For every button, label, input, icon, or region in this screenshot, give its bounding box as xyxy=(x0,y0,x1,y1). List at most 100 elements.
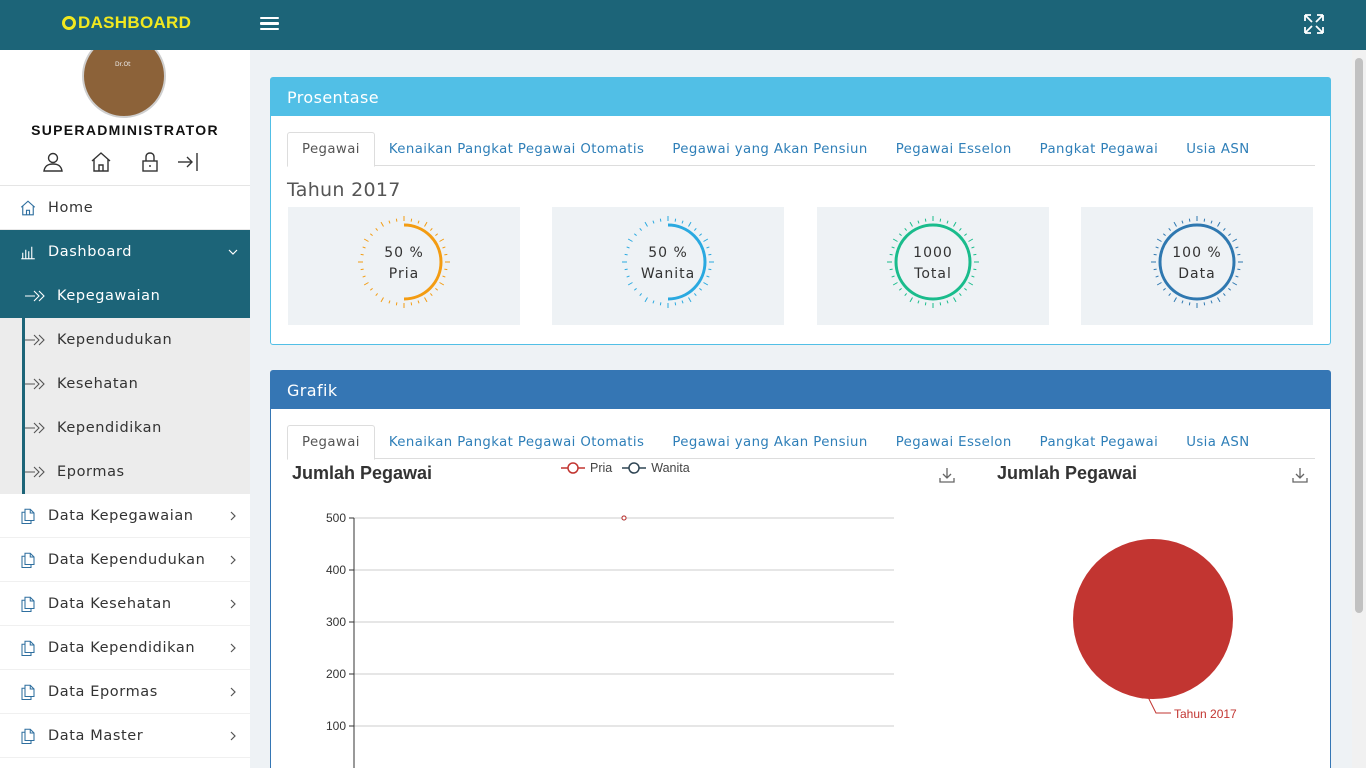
gauge-tick xyxy=(429,227,433,231)
scrollbar-thumb[interactable] xyxy=(1355,58,1363,613)
chevron-down-icon xyxy=(228,249,238,255)
gauge-tick xyxy=(674,218,677,222)
avatar[interactable]: Dr.Ot xyxy=(82,50,166,118)
pie-slice[interactable] xyxy=(1073,539,1233,699)
documents-icon xyxy=(21,728,35,744)
double-chevron-icon xyxy=(25,290,45,302)
chevron-right-icon xyxy=(230,731,236,741)
gauge-ring xyxy=(358,216,450,308)
gauge-tick xyxy=(435,233,439,237)
tab-esselon[interactable]: Pegawai Esselon xyxy=(882,132,1026,166)
tab-pegawai[interactable]: Pegawai xyxy=(287,425,375,460)
submenu-item-label: Kependidikan xyxy=(57,420,162,436)
tab-pensiun[interactable]: Pegawai yang Akan Pensiun xyxy=(658,132,881,166)
gauge-tick xyxy=(1188,302,1191,306)
tab-pensiun[interactable]: Pegawai yang Akan Pensiun xyxy=(658,425,881,459)
documents-icon xyxy=(21,552,35,568)
sidebar-item-data-kependudukan[interactable]: Data Kependudukan xyxy=(0,538,250,582)
profile-icon[interactable] xyxy=(41,150,65,174)
legend-item-pria[interactable]: Pria xyxy=(561,461,612,475)
submenu-item-kependidikan[interactable]: Kependidikan xyxy=(0,406,250,450)
stat-label: Wanita xyxy=(640,266,696,282)
lock-icon[interactable] xyxy=(138,150,162,174)
tab-usia-asn[interactable]: Usia ASN xyxy=(1172,132,1263,166)
download-icon[interactable] xyxy=(938,466,956,484)
sidebar-item-label: Data Kependudukan xyxy=(48,551,206,568)
logout-icon[interactable] xyxy=(176,150,200,174)
sidebar-item-home[interactable]: Home xyxy=(0,186,250,230)
gauge-tick xyxy=(652,300,655,304)
menu-toggle-icon[interactable] xyxy=(260,14,279,32)
page-scrollbar[interactable] xyxy=(1352,50,1366,768)
tab-kenaikan-pangkat[interactable]: Kenaikan Pangkat Pegawai Otomatis xyxy=(375,132,658,166)
line-chart-legend: Pria Wanita xyxy=(561,461,700,475)
tab-esselon[interactable]: Pegawai Esselon xyxy=(882,425,1026,459)
panel-title: Prosentase xyxy=(271,78,1330,116)
home-icon[interactable] xyxy=(89,150,113,174)
gauge-tick xyxy=(898,287,902,291)
double-chevron-icon xyxy=(25,422,45,434)
submenu-item-kependudukan[interactable]: Kependudukan xyxy=(0,318,250,362)
sidebar-item-label: Data Kesehatan xyxy=(48,595,172,612)
gauge-tick xyxy=(1222,227,1226,231)
documents-icon xyxy=(21,508,35,524)
tab-usia-asn[interactable]: Usia ASN xyxy=(1172,425,1263,459)
gauge-tick xyxy=(946,300,949,304)
gauge-tick xyxy=(639,227,643,231)
sidebar-item-data-master[interactable]: Data Master xyxy=(0,714,250,758)
submenu-item-label: Kepegawaian xyxy=(57,288,161,304)
pie-chart-title: Jumlah Pegawai xyxy=(997,463,1138,483)
stat-value: 100 % xyxy=(1172,245,1222,261)
submenu-item-kesehatan[interactable]: Kesehatan xyxy=(0,362,250,406)
gauge-tick xyxy=(644,297,648,303)
documents-icon xyxy=(21,596,35,612)
submenu-item-kepegawaian[interactable]: Kepegawaian xyxy=(0,274,250,318)
logo-text: DASHBOARD xyxy=(78,13,192,32)
sidebar-item-data-kependidikan[interactable]: Data Kependidikan xyxy=(0,626,250,670)
sidebar-item-data-kesehatan[interactable]: Data Kesehatan xyxy=(0,582,250,626)
home-icon xyxy=(20,199,36,215)
sidebar-item-data-kepegawaian[interactable]: Data Kepegawaian xyxy=(0,494,250,538)
tab-pangkat[interactable]: Pangkat Pegawai xyxy=(1026,132,1173,166)
sidebar-item-label: Data Epormas xyxy=(48,683,158,700)
gauge-tick xyxy=(395,302,398,306)
gauge-tick xyxy=(892,238,898,242)
gauge-tick xyxy=(1168,293,1172,297)
legend-label: Wanita xyxy=(651,461,690,475)
gauge-tick xyxy=(898,233,902,237)
app-logo[interactable]: DASHBOARD xyxy=(62,13,191,33)
gauge-tick xyxy=(681,220,684,224)
year-label: Tahun 2017 xyxy=(287,179,401,201)
tab-kenaikan-pangkat[interactable]: Kenaikan Pangkat Pegawai Otomatis xyxy=(375,425,658,459)
sidebar-item-dashboard[interactable]: Dashboard xyxy=(0,230,250,274)
gauge-tick xyxy=(424,297,428,303)
sidebar-item-data-epormas[interactable]: Data Epormas xyxy=(0,670,250,714)
submenu-item-epormas[interactable]: Epormas xyxy=(0,450,250,494)
gauge-tick xyxy=(909,221,913,227)
stat-card-data: 100 % Data xyxy=(1081,207,1313,325)
gauge-tick xyxy=(375,293,379,297)
submenu-item-label: Kependudukan xyxy=(57,332,173,348)
tab-pangkat[interactable]: Pangkat Pegawai xyxy=(1026,425,1173,459)
legend-item-wanita[interactable]: Wanita xyxy=(622,461,690,475)
gauge-tick xyxy=(644,221,648,227)
gauge-tick xyxy=(1162,233,1166,237)
gauge-tick xyxy=(1228,233,1232,237)
documents-icon xyxy=(21,640,35,656)
gauge-tick xyxy=(659,218,662,222)
gauge-tick xyxy=(688,297,692,303)
fullscreen-icon[interactable] xyxy=(1302,12,1326,36)
tab-pegawai[interactable]: Pegawai xyxy=(287,132,375,167)
data-point[interactable] xyxy=(621,515,627,521)
gauge-tick xyxy=(693,293,697,297)
gauge-tick xyxy=(388,300,391,304)
sidebar: Dr.Ot SUPERADMINISTRATOR Home Dashboard … xyxy=(0,50,250,768)
gauge-tick xyxy=(633,233,637,237)
gauge-tick xyxy=(375,227,379,231)
gauge-tick xyxy=(1162,287,1166,291)
gauge-tick xyxy=(1203,302,1206,306)
gauge-tick xyxy=(968,238,974,242)
legend-swatch-icon xyxy=(561,462,585,474)
download-icon[interactable] xyxy=(1291,466,1309,484)
legend-swatch-icon xyxy=(622,462,647,474)
